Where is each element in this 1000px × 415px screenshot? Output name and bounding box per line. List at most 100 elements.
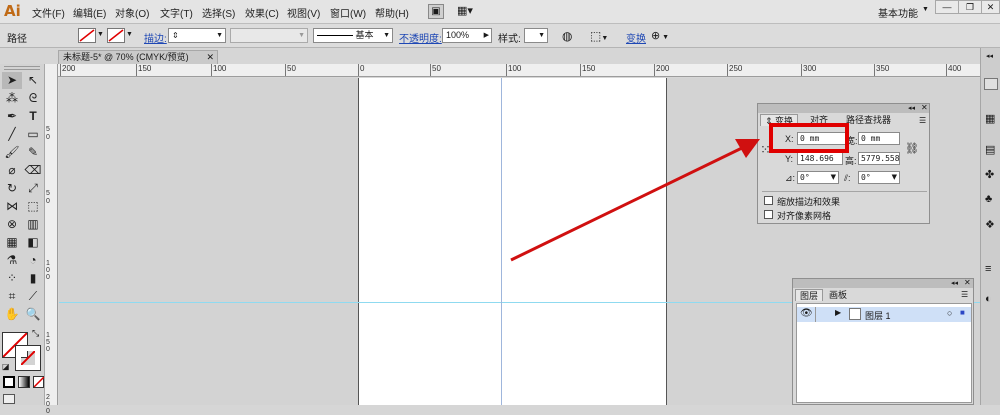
stroke-color-box[interactable] (15, 345, 41, 371)
stroke-link[interactable]: 描边: (144, 30, 167, 45)
selection-tool-icon[interactable]: ➤ (2, 72, 22, 89)
symbol-sprayer-tool-icon[interactable]: ⁘ (2, 270, 22, 287)
chevron-down-icon[interactable]: ▼ (126, 31, 133, 38)
blob-brush-tool-icon[interactable]: ⌀ (2, 162, 22, 179)
blend-tool-icon[interactable]: ◔ (23, 252, 43, 269)
shear-field[interactable]: 0° ▼ (858, 171, 900, 184)
paintbrush-tool-icon[interactable]: 🖌 (2, 144, 22, 161)
color-panel-icon[interactable] (984, 78, 998, 90)
menu-effect[interactable]: 效果(C) (245, 5, 279, 20)
color-guide-icon[interactable]: ▦ (985, 112, 995, 125)
arrange-documents-icon[interactable]: ▦▾ (457, 4, 481, 19)
color-mode-icon[interactable] (3, 376, 15, 388)
close-button[interactable]: ✕ (981, 0, 1000, 14)
default-fill-stroke-icon[interactable]: ◪ (2, 362, 10, 371)
chevron-down-icon[interactable]: ▼ (97, 31, 104, 38)
none-mode-icon[interactable] (33, 376, 45, 388)
eye-icon[interactable]: 👁 (800, 308, 813, 319)
vertical-ruler[interactable]: 5 0 5 0 1 0 0 1 5 0 2 0 0 (45, 64, 58, 415)
tab-layers[interactable]: 图层 (795, 289, 824, 301)
rectangle-tool-icon[interactable]: ▭ (23, 126, 43, 143)
opacity-field[interactable]: 100% ▶ (442, 28, 492, 43)
maximize-button[interactable]: ❐ (958, 0, 982, 14)
brushes-icon[interactable]: ✤ (985, 168, 994, 181)
menu-edit[interactable]: 编辑(E) (73, 5, 106, 20)
layer-name[interactable]: 图层 1 (865, 309, 891, 322)
workspace-switcher[interactable]: 基本功能 (878, 5, 918, 20)
swap-fill-stroke-icon[interactable]: ⤡ (32, 328, 39, 339)
menu-object[interactable]: 对象(O) (115, 5, 149, 20)
stroke-panel-icon[interactable]: ≡ (985, 263, 991, 275)
graphic-style-swatch[interactable]: ▼ (524, 28, 548, 43)
panel-menu-icon[interactable]: ☰ (961, 290, 968, 299)
zoom-tool-icon[interactable]: 🔍 (23, 306, 43, 323)
eyedropper-tool-icon[interactable]: ⚗ (2, 252, 22, 269)
variable-width-profile[interactable]: ▼ (230, 28, 308, 43)
constrain-proportions-icon[interactable]: ⛓ (905, 142, 919, 155)
rotate-tool-icon[interactable]: ↻ (2, 180, 22, 197)
stroke-weight-field[interactable]: ⇕ ▼ (168, 28, 226, 43)
line-tool-icon[interactable]: ╱ (2, 126, 22, 143)
expand-triangle-icon[interactable]: ▶ (835, 308, 841, 317)
menu-type[interactable]: 文字(T) (160, 5, 193, 20)
panel-grip[interactable] (4, 66, 40, 70)
mesh-tool-icon[interactable]: ▦ (2, 234, 22, 251)
panel-menu-icon[interactable]: ☰ (919, 116, 926, 125)
minimize-button[interactable]: — (935, 0, 959, 14)
isolate-group-icon[interactable]: ⊕ ▼ (651, 29, 669, 42)
horizontal-ruler[interactable]: 200 150 100 50 0 50 100 150 200 250 300 … (58, 64, 980, 77)
pen-tool-icon[interactable]: ✒ (2, 108, 22, 125)
transform-link[interactable]: 变换 (626, 30, 646, 45)
artboard-tool-icon[interactable]: ⌗ (2, 288, 22, 305)
close-icon[interactable]: ✕ (921, 103, 928, 112)
tab-pathfinder[interactable]: 路径查找器 (842, 114, 895, 126)
width-field[interactable]: 0 mm (858, 132, 900, 145)
brush-definition[interactable]: 基本 ▼ (313, 28, 393, 43)
hand-tool-icon[interactable]: ✋ (2, 306, 22, 323)
panel-titlebar[interactable] (793, 279, 973, 288)
y-field[interactable]: 148.696 (797, 152, 843, 165)
collapse-icon[interactable]: ◂◂ (951, 279, 958, 287)
graphic-styles-icon[interactable]: ❖ (985, 218, 995, 231)
type-tool-icon[interactable]: T (23, 108, 43, 125)
opacity-link[interactable]: 不透明度: (399, 30, 442, 45)
chevron-down-icon[interactable]: ▼ (922, 6, 929, 13)
pencil-tool-icon[interactable]: ✎ (23, 144, 43, 161)
gradient-mode-icon[interactable] (18, 376, 30, 388)
perspective-grid-tool-icon[interactable]: ▥ (23, 216, 43, 233)
magic-wand-tool-icon[interactable]: ⁂ (2, 90, 22, 107)
close-icon[interactable]: ✕ (964, 278, 971, 287)
slice-tool-icon[interactable]: ⟋ (23, 288, 43, 305)
target-icon[interactable]: ○ (947, 308, 952, 318)
column-graph-tool-icon[interactable]: ▮ (23, 270, 43, 287)
swatches-icon[interactable]: ▤ (985, 143, 995, 156)
rotate-field[interactable]: 0° ▼ (797, 171, 839, 184)
shape-builder-tool-icon[interactable]: ⊗ (2, 216, 22, 233)
gradient-panel-icon[interactable]: ◐ (985, 293, 992, 305)
menu-view[interactable]: 视图(V) (287, 5, 320, 20)
free-transform-tool-icon[interactable]: ⬚ (23, 198, 43, 215)
direct-selection-tool-icon[interactable]: ↖ (23, 72, 43, 89)
selection-indicator-icon[interactable]: ■ (960, 308, 965, 317)
symbols-icon[interactable]: ♣ (985, 193, 992, 205)
document-tab[interactable]: 未标题-5* @ 70% (CMYK/预览) ✕ (58, 50, 218, 64)
scale-tool-icon[interactable]: ⤢ (23, 180, 43, 197)
height-field[interactable]: 5779.558 (858, 152, 900, 165)
fill-swatch[interactable] (78, 28, 96, 43)
close-icon[interactable]: ✕ (206, 51, 214, 64)
stroke-swatch[interactable] (107, 28, 125, 43)
width-tool-icon[interactable]: ⋈ (2, 198, 22, 215)
eraser-tool-icon[interactable]: ⌫ (23, 162, 43, 179)
layer-row[interactable]: 👁 ▶ 图层 1 ○ ■ (797, 307, 971, 322)
menu-select[interactable]: 选择(S) (202, 5, 235, 20)
align-reference-icon[interactable]: ⬚▼ (590, 29, 608, 43)
bridge-icon[interactable]: ▣ (428, 4, 444, 19)
gradient-tool-icon[interactable]: ◧ (23, 234, 43, 251)
menu-help[interactable]: 帮助(H) (375, 5, 409, 20)
collapse-icon[interactable]: ◂◂ (908, 104, 915, 112)
drawing-mode-icon[interactable] (3, 394, 15, 404)
menu-window[interactable]: 窗口(W) (330, 5, 366, 20)
menu-file[interactable]: 文件(F) (32, 5, 65, 20)
lasso-tool-icon[interactable]: ᘓ (23, 90, 43, 107)
recolor-artwork-icon[interactable]: ◍ (562, 29, 572, 43)
